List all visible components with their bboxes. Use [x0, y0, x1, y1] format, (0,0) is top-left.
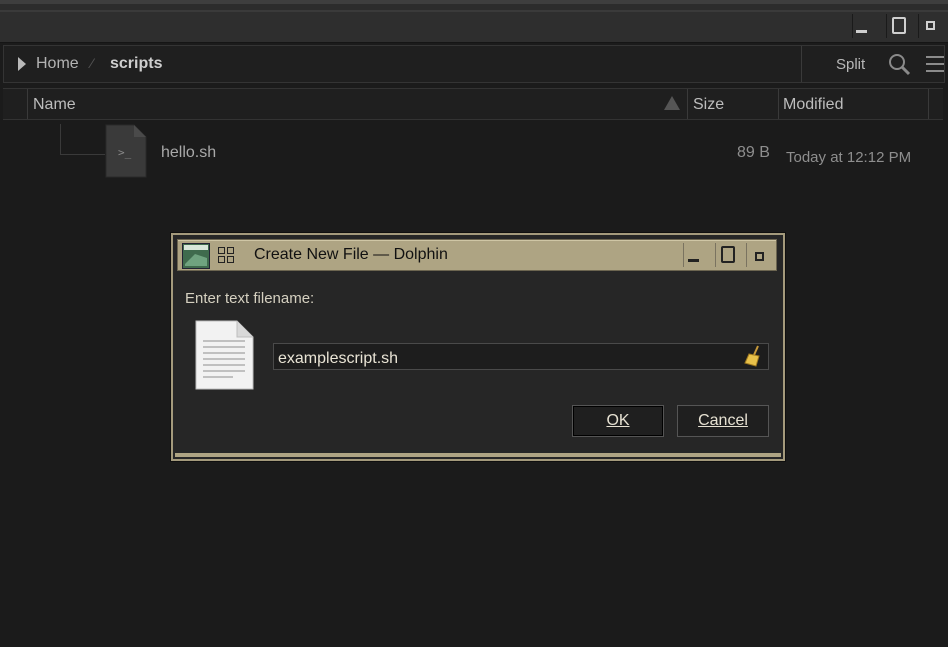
cancel-button[interactable]: Cancel: [677, 405, 769, 437]
column-header-size[interactable]: Size: [693, 96, 724, 114]
text-document-icon: [195, 320, 254, 390]
file-modified: Today at 12:12 PM: [786, 149, 912, 166]
file-name[interactable]: hello.sh: [161, 144, 216, 162]
column-header-modified[interactable]: Modified: [783, 96, 843, 114]
dialog-close-button[interactable]: [746, 243, 771, 267]
dialog-prompt-label: Enter text filename:: [185, 290, 315, 307]
shell-script-icon[interactable]: >_: [105, 124, 147, 178]
column-separator: [778, 89, 779, 119]
window-titlebar: [0, 0, 948, 43]
breadcrumb-scripts[interactable]: scripts: [110, 55, 162, 73]
create-new-file-dialog: Create New File — Dolphin Enter text fil…: [170, 232, 786, 462]
column-separator: [928, 89, 929, 119]
dialog-minimize-button[interactable]: [683, 243, 708, 267]
column-header-row: Name Size Modified: [3, 88, 943, 120]
column-separator: [27, 89, 28, 119]
breadcrumb-separator-icon: ⁄: [91, 55, 94, 71]
breadcrumb-home[interactable]: Home: [36, 55, 79, 73]
dialog-bottom-border: [175, 453, 781, 457]
sort-ascending-icon: [664, 96, 680, 110]
location-toolbar: Home ⁄ scripts Split: [3, 45, 945, 83]
search-icon[interactable]: [887, 52, 911, 76]
clear-broom-icon[interactable]: [744, 345, 764, 367]
split-button[interactable]: Split: [836, 56, 865, 73]
dialog-title: Create New File — Dolphin: [254, 246, 448, 263]
filename-input[interactable]: [273, 343, 769, 370]
dialog-maximize-button[interactable]: [715, 243, 740, 267]
svg-text:>_: >_: [118, 146, 132, 159]
ok-button[interactable]: OK: [572, 405, 664, 437]
toolbar-divider: [801, 46, 802, 82]
window-maximize-button[interactable]: [886, 14, 911, 38]
tree-connector: [60, 124, 105, 155]
breadcrumb-expand-icon[interactable]: [18, 57, 26, 71]
grid-icon[interactable]: [218, 247, 234, 263]
window-close-button[interactable]: [918, 14, 943, 38]
window-minimize-button[interactable]: [852, 14, 877, 38]
column-separator: [687, 89, 688, 119]
file-size: 89 B: [737, 144, 770, 161]
dialog-titlebar[interactable]: Create New File — Dolphin: [177, 239, 777, 271]
hamburger-menu-icon[interactable]: [926, 56, 944, 72]
column-header-name[interactable]: Name: [33, 96, 76, 114]
dolphin-app-icon: [182, 243, 210, 269]
